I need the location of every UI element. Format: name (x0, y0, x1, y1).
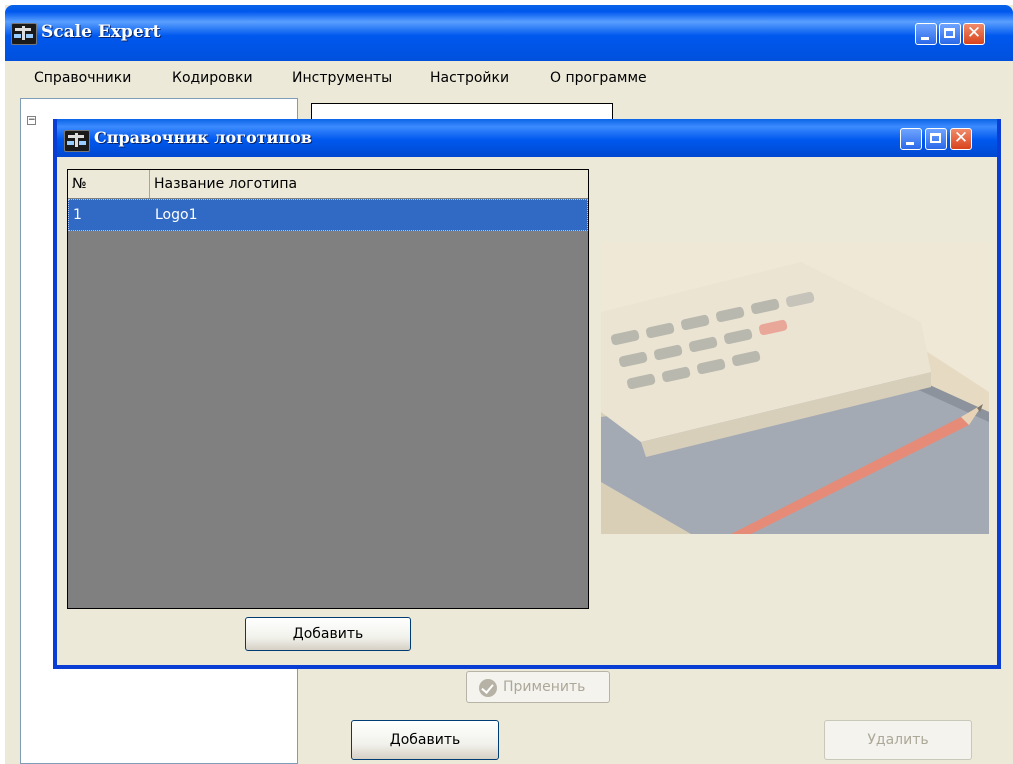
dialog-minimize-button[interactable] (900, 128, 922, 150)
check-circle-icon (479, 679, 497, 697)
main-close-button[interactable]: ✕ (963, 23, 985, 45)
maximize-icon (930, 133, 941, 143)
column-header-logo-name[interactable]: Название логотипа (150, 170, 588, 198)
main-maximize-button[interactable] (939, 23, 961, 45)
delete-button[interactable]: Удалить (824, 720, 972, 760)
scale-app-icon[interactable] (11, 23, 37, 45)
logo-preview-image (601, 242, 989, 534)
maximize-icon (944, 28, 955, 38)
apply-button-label: Применить (503, 679, 586, 695)
column-header-number[interactable]: № (68, 170, 150, 198)
menu-tools[interactable]: Инструменты (292, 70, 392, 86)
minimize-icon (921, 37, 929, 40)
close-icon: ✕ (953, 128, 969, 148)
main-minimize-button[interactable] (915, 23, 937, 45)
grid-header: № Название логотипа (68, 170, 588, 198)
scale-app-icon[interactable] (64, 130, 90, 152)
menu-encodings[interactable]: Кодировки (172, 70, 253, 86)
apply-button[interactable]: Применить (466, 671, 610, 703)
dialog-title: Справочник логотипов (94, 128, 312, 147)
dialog-close-button[interactable]: ✕ (950, 128, 972, 150)
main-window-title: Scale Expert (41, 22, 161, 42)
table-row[interactable]: 1 Logo1 (68, 199, 588, 231)
cell-logo-name: Logo1 (155, 207, 198, 223)
minimize-icon (906, 142, 914, 145)
logo-reference-dialog: Справочник логотипов ✕ № Название логоти… (53, 119, 1001, 669)
dialog-titlebar[interactable]: Справочник логотипов ✕ (57, 119, 997, 157)
cell-number: 1 (73, 207, 82, 223)
menu-bar: Справочники Кодировки Инструменты Настро… (5, 61, 1013, 95)
add-button[interactable]: Добавить (351, 720, 499, 760)
menu-about[interactable]: О программе (550, 70, 647, 86)
close-icon: ✕ (966, 23, 982, 43)
menu-settings[interactable]: Настройки (430, 70, 509, 86)
logo-grid[interactable]: № Название логотипа 1 Logo1 (67, 169, 589, 609)
main-titlebar[interactable]: Scale Expert ✕ (5, 5, 1013, 61)
dialog-add-button[interactable]: Добавить (245, 617, 411, 651)
dialog-maximize-button[interactable] (925, 128, 947, 150)
tree-collapse-toggle[interactable]: − (27, 116, 36, 125)
menu-references[interactable]: Справочники (34, 70, 131, 86)
